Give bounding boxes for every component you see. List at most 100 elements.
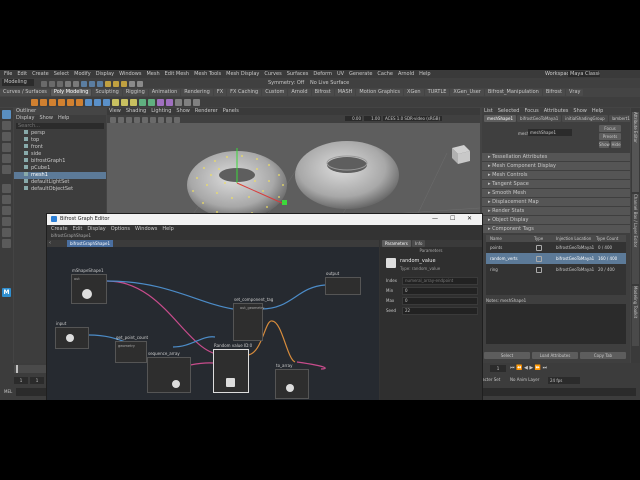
menu-surfaces[interactable]: Surfaces xyxy=(287,70,309,78)
minimize-icon[interactable]: — xyxy=(432,215,438,222)
ae-section-header[interactable]: ▸ Smooth Mesh xyxy=(482,189,630,197)
ae-menu-item[interactable]: Help xyxy=(592,108,603,115)
current-frame-field[interactable]: 1 xyxy=(490,365,506,372)
viewport-value-1[interactable]: 0.00 xyxy=(345,116,362,121)
panel-tab[interactable]: Parameters xyxy=(382,240,411,247)
range-start-field[interactable]: 1 xyxy=(30,377,44,384)
outliner-item[interactable]: front xyxy=(14,144,106,151)
poly-cube-icon[interactable] xyxy=(40,99,47,106)
graph-node-sequence-array[interactable]: sequence_array xyxy=(147,351,191,393)
layout-outliner-icon[interactable] xyxy=(2,217,11,226)
shelf-tab[interactable]: Bifrost_Manipulation xyxy=(484,89,542,96)
shelf-tab[interactable]: Poly Modeling xyxy=(50,89,92,96)
step-back-icon[interactable]: ⏪ xyxy=(516,365,522,371)
open-scene-icon[interactable] xyxy=(49,81,55,87)
torus-selected[interactable] xyxy=(187,148,287,219)
shelf-tab[interactable]: Sculpting xyxy=(92,89,122,96)
uv-editor-icon[interactable] xyxy=(157,99,164,106)
tag-table-row[interactable]: random_verts bifrostGeoToMaya1 160 / 400 xyxy=(486,253,626,264)
current-frame-marker[interactable] xyxy=(16,365,18,373)
play-back-icon[interactable]: ◀ xyxy=(524,365,528,371)
menu-mesh[interactable]: Mesh xyxy=(146,70,159,78)
menu-uv[interactable]: UV xyxy=(337,70,344,78)
select-by-hierarchy-icon[interactable] xyxy=(81,81,87,87)
bifrost-menu-item[interactable]: Create xyxy=(51,226,68,233)
target-weld-icon[interactable] xyxy=(148,99,155,106)
layout-side-icon[interactable] xyxy=(2,206,11,215)
viewport-menu-item[interactable]: View xyxy=(109,108,121,115)
graph-node-to-array[interactable]: to_array xyxy=(275,363,309,399)
graph-canvas[interactable]: mShapeShape1 out input get_point_count g… xyxy=(47,247,379,400)
undo-icon[interactable] xyxy=(65,81,71,87)
poly-cone-icon[interactable] xyxy=(58,99,65,106)
combine-icon[interactable] xyxy=(85,99,92,106)
new-scene-icon[interactable] xyxy=(41,81,47,87)
menu-help[interactable]: Help xyxy=(419,70,430,78)
shelf-tab[interactable]: XGen xyxy=(404,89,424,96)
layout-single-icon[interactable] xyxy=(2,184,11,193)
menu-edit[interactable]: Edit xyxy=(17,70,27,78)
ae-menu-item[interactable]: Attributes xyxy=(544,108,569,115)
ae-menu-item[interactable]: Show xyxy=(573,108,587,115)
load-attributes-button[interactable]: Load Attributes xyxy=(532,352,578,359)
focus-button[interactable]: Focus xyxy=(599,125,621,132)
viewport-menu-item[interactable]: Shading xyxy=(126,108,146,115)
layout-graph-icon[interactable] xyxy=(2,228,11,237)
ae-section-header[interactable]: ▸ Tangent Space xyxy=(482,180,630,188)
start-frame-field[interactable]: 1 xyxy=(14,377,28,384)
go-end-icon[interactable]: ⏭ xyxy=(543,365,548,371)
ae-menu-item[interactable]: Focus xyxy=(524,108,538,115)
menu-display[interactable]: Display xyxy=(96,70,114,78)
poly-plane-icon[interactable] xyxy=(76,99,83,106)
multi-cut-icon[interactable] xyxy=(139,99,146,106)
shelf-tab[interactable]: Bifrost xyxy=(542,89,565,96)
select-button[interactable]: Select xyxy=(484,352,530,359)
tag-table-header-cell[interactable]: Injection Location xyxy=(556,235,591,242)
graph-node-set-component-tag[interactable]: set_component_tag out_geometry xyxy=(233,297,273,341)
mode-dropdown[interactable]: Modeling xyxy=(2,79,34,86)
shelf-tab[interactable]: MASH xyxy=(334,89,356,96)
menu-modify[interactable]: Modify xyxy=(74,70,91,78)
freeze-transform-icon[interactable] xyxy=(193,99,200,106)
menu-cache[interactable]: Cache xyxy=(377,70,393,78)
ae-node-tab[interactable]: meshShape1 xyxy=(484,115,517,122)
ae-node-name-input[interactable]: meshShape1 xyxy=(528,129,572,136)
side-tab-modeling-toolkit[interactable]: Modeling Toolkit xyxy=(632,286,639,346)
ae-menu-item[interactable]: Selected xyxy=(498,108,520,115)
tag-table-header-cell[interactable]: Name xyxy=(490,235,502,242)
menu-create[interactable]: Create xyxy=(32,70,49,78)
go-start-icon[interactable]: ⏮ xyxy=(510,365,515,371)
shelf-tab[interactable]: Bifrost xyxy=(311,89,334,96)
planar-map-icon[interactable] xyxy=(166,99,173,106)
outliner-menu-item[interactable]: Display xyxy=(16,115,34,122)
poly-torus-icon[interactable] xyxy=(67,99,74,106)
anim-layer-dropdown[interactable]: No Anim Layer xyxy=(510,377,539,382)
bifrost-menu-item[interactable]: Options xyxy=(111,226,130,233)
lasso-tool-icon[interactable] xyxy=(2,121,11,130)
viewport-menu-item[interactable]: Lighting xyxy=(151,108,171,115)
show-button[interactable]: Show xyxy=(599,141,610,148)
ae-section-header[interactable]: ▸ Object Display xyxy=(482,216,630,224)
bridge-icon[interactable] xyxy=(130,99,137,106)
menu-mesh-tools[interactable]: Mesh Tools xyxy=(194,70,221,78)
ae-section-header[interactable]: ▸ Component Tags xyxy=(482,225,630,233)
ae-node-tab[interactable]: bifrostGeoToMaya1 xyxy=(517,115,562,122)
shelf-tab[interactable]: Arnold xyxy=(288,89,311,96)
menu-mesh-display[interactable]: Mesh Display xyxy=(226,70,259,78)
bifrost-menu-item[interactable]: Help xyxy=(162,226,173,233)
snap-point-icon[interactable] xyxy=(121,81,127,87)
shelf-tab[interactable]: Animation xyxy=(148,89,181,96)
render-icon[interactable] xyxy=(129,81,135,87)
move-tool-icon[interactable] xyxy=(2,143,11,152)
separate-icon[interactable] xyxy=(94,99,101,106)
close-icon[interactable]: ✕ xyxy=(467,215,472,222)
graph-node-get-point-count[interactable]: get_point_count geometry xyxy=(115,335,148,363)
param-value-field[interactable]: numeral_array-endpoint xyxy=(402,277,478,285)
notes-field[interactable] xyxy=(486,304,626,344)
select-by-object-icon[interactable] xyxy=(89,81,95,87)
param-value-field[interactable]: 0 xyxy=(402,297,478,305)
rotate-tool-icon[interactable] xyxy=(2,154,11,163)
symmetry-label[interactable]: Symmetry: Off xyxy=(268,80,304,86)
param-value-field[interactable]: 0 xyxy=(402,287,478,295)
outliner-item[interactable]: defaultLightSet xyxy=(14,179,106,186)
